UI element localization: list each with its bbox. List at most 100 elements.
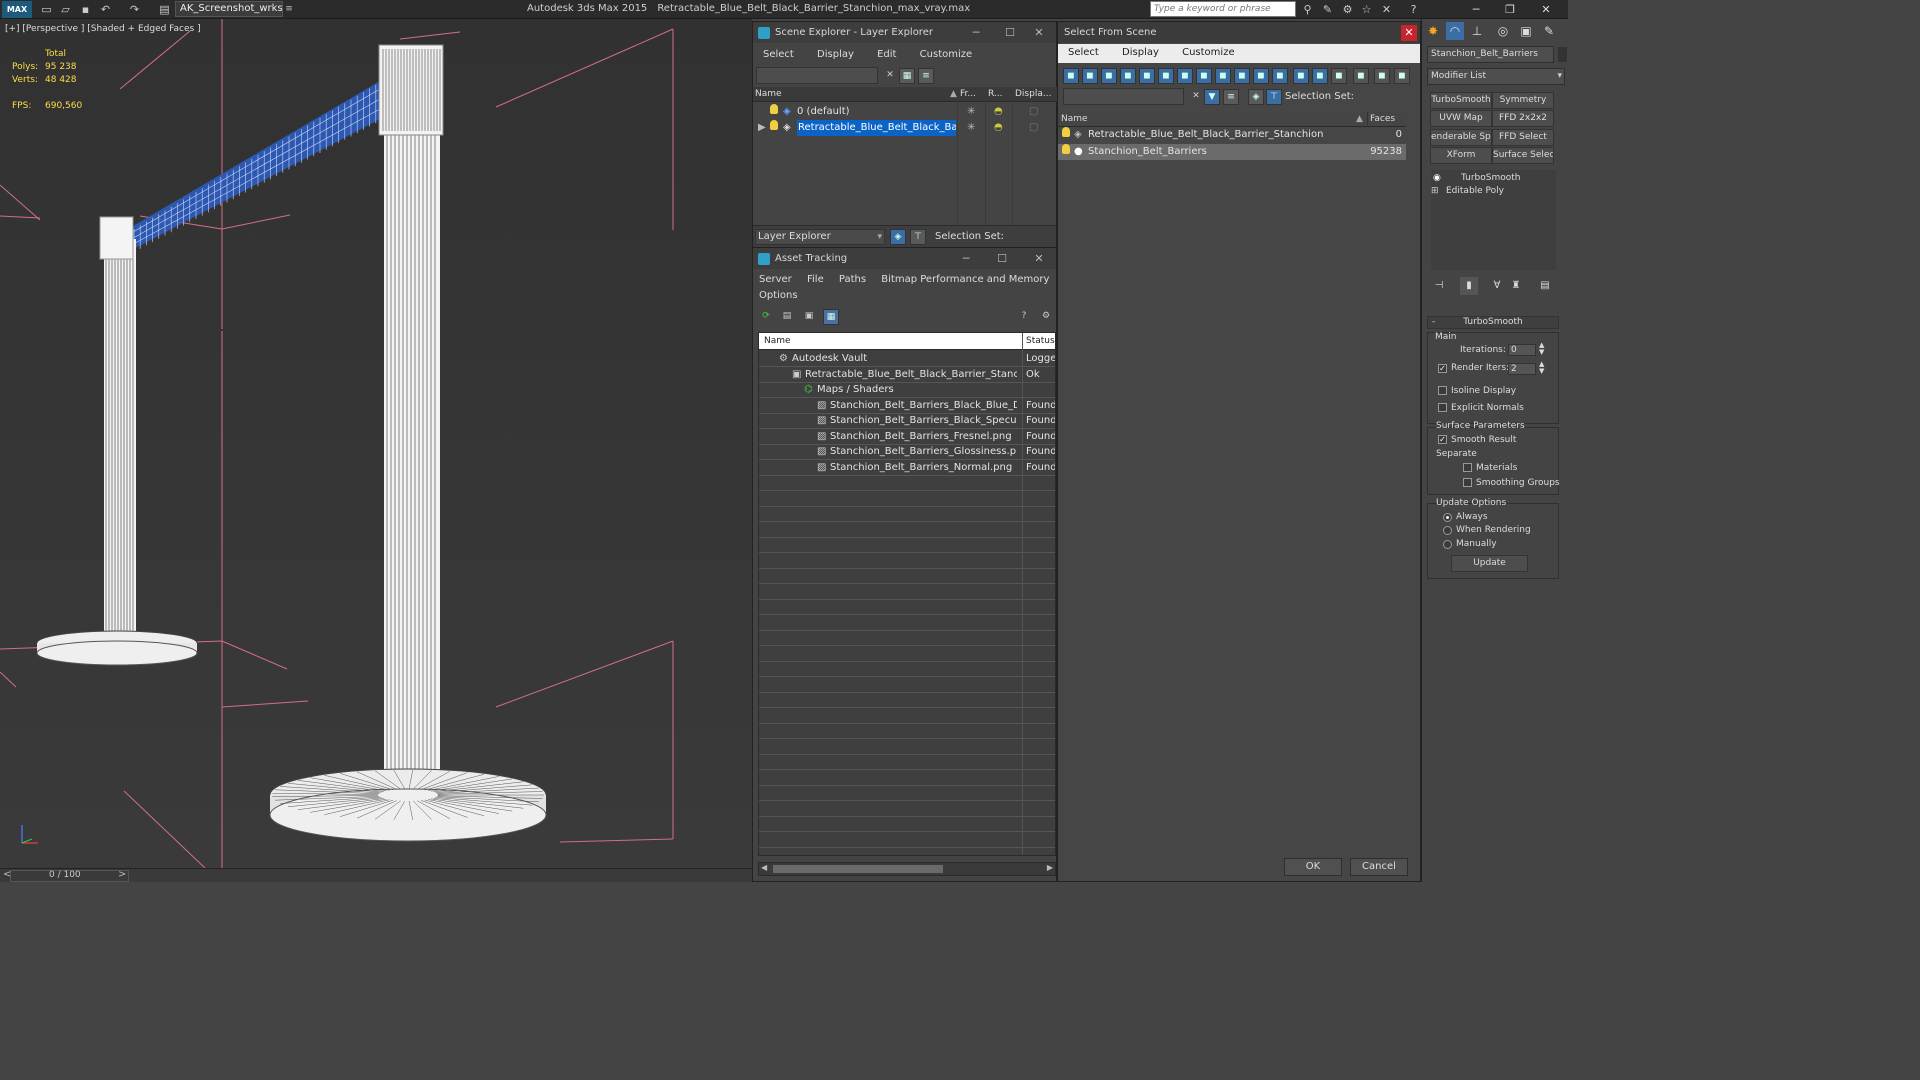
containers-filter-icon[interactable]: ◼ [1234, 68, 1250, 84]
invert-filter-icon[interactable]: ◼ [1331, 68, 1347, 84]
help-icon[interactable]: ? [1406, 2, 1421, 17]
xform-button[interactable]: XForm [1430, 147, 1492, 164]
smoothing-groups-checkbox[interactable] [1463, 478, 1472, 487]
asset-row[interactable]: ▨ Stanchion_Belt_Barriers_Glossiness.png F… [759, 444, 1055, 459]
col-name[interactable]: Name [755, 87, 782, 102]
object-row-selected[interactable]: ● Stanchion_Belt_Barriers 95238 [1058, 144, 1406, 160]
list-view-icon[interactable]: ▤ [779, 309, 795, 325]
turbosmooth-button[interactable]: TurboSmooth [1430, 92, 1492, 109]
minimize-button[interactable]: ─ [962, 22, 990, 43]
hierarchy-tab-icon[interactable]: ⊥ [1468, 22, 1486, 40]
asset-name[interactable]: Stanchion_Belt_Barriers_Normal.png [830, 460, 1017, 475]
hierarchy-mode-icon[interactable]: ⊤ [1266, 89, 1282, 105]
space-warps-filter-icon[interactable]: ◼ [1158, 68, 1174, 84]
motion-tab-icon[interactable]: ◎ [1494, 22, 1512, 40]
menu-display[interactable]: Display [807, 46, 864, 64]
render-iters-spinner[interactable]: 2 [1508, 363, 1536, 375]
scroll-right-icon[interactable]: ▶ [1047, 863, 1053, 872]
col-name[interactable]: Name [764, 333, 791, 350]
asset-row[interactable]: ▨Stanchion_Belt_Barriers_Black_Specular.… [759, 413, 1055, 428]
help-icon[interactable]: ? [1016, 309, 1032, 325]
expand-all-filter-icon[interactable]: ◼ [1374, 68, 1390, 84]
asset-name[interactable]: Stanchion_Belt_Barriers_Black_Specular.p… [830, 413, 1017, 428]
stack-item[interactable]: ⊞ Editable Poly [1431, 185, 1556, 198]
save-file-icon[interactable]: ▪ [79, 3, 92, 16]
menu-options[interactable]: Options [753, 287, 804, 305]
scrollbar-thumb[interactable] [773, 865, 943, 873]
xrefs-filter-icon[interactable]: ◼ [1196, 68, 1212, 84]
light-bulb-icon[interactable]: ◉ [1433, 172, 1441, 185]
workspace-menu-icon[interactable]: ≡ [284, 1, 294, 17]
make-unique-icon[interactable]: ∀ [1488, 277, 1506, 295]
render-icon[interactable]: ◓ [994, 104, 1003, 120]
hierarchy-mode-icon[interactable]: ⊤ [910, 229, 926, 245]
when-rendering-radio[interactable] [1443, 526, 1452, 535]
materials-checkbox[interactable] [1463, 463, 1472, 472]
object-name[interactable]: Retractable_Blue_Belt_Black_Barrier_Stan… [1088, 127, 1323, 143]
geometry-filter-icon[interactable]: ◼ [1063, 68, 1079, 84]
asset-row[interactable]: ▨Stanchion_Belt_Barriers_Black_Blue_Diff… [759, 398, 1055, 413]
lights-filter-icon[interactable]: ◼ [1101, 68, 1117, 84]
cameras-filter-icon[interactable]: ◼ [1120, 68, 1136, 84]
close-button[interactable]: ✕ [1530, 0, 1562, 19]
display-none-filter-icon[interactable]: ◼ [1312, 68, 1328, 84]
close-button[interactable]: ✕ [1401, 25, 1417, 41]
display-all-filter-icon[interactable]: ◼ [1293, 68, 1309, 84]
smooth-result-checkbox[interactable]: ✓ [1438, 435, 1447, 444]
asset-name[interactable]: Maps / Shaders [817, 382, 1017, 397]
binoculars-icon[interactable]: ⚲ [1300, 2, 1315, 17]
hidden-filter-icon[interactable]: ◼ [1272, 68, 1288, 84]
object-name-field[interactable]: Stanchion_Belt_Barriers [1427, 46, 1554, 63]
display-icon[interactable]: ▢ [1029, 120, 1038, 136]
display-tab-icon[interactable]: ▣ [1517, 22, 1535, 40]
object-row[interactable]: ◈ Retractable_Blue_Belt_Black_Barrier_St… [1058, 127, 1406, 143]
perspective-viewport[interactable]: [+] [Perspective ] [Shaded + Edged Faces… [0, 19, 752, 868]
render-icon[interactable]: ◓ [994, 120, 1003, 136]
asset-name[interactable]: Retractable_Blue_Belt_Black_Barrier_Stan… [805, 367, 1017, 382]
sort-filter-icon[interactable]: ◼ [1394, 68, 1410, 84]
freeze-icon[interactable]: ✳ [967, 104, 975, 120]
refresh-icon[interactable]: ⟳ [758, 309, 774, 325]
always-radio[interactable] [1443, 513, 1452, 522]
asset-tracking-titlebar[interactable]: Asset Tracking ─ ☐ ✕ [753, 248, 1056, 269]
time-slider[interactable]: < 0 / 100 > [0, 868, 752, 882]
col-name[interactable]: Name [1061, 112, 1088, 127]
isoline-display-checkbox[interactable] [1438, 386, 1447, 395]
thumbnail-view-icon[interactable]: ▣ [801, 309, 817, 325]
filter-icon[interactable]: ▼ [1204, 89, 1220, 105]
asset-name[interactable]: Autodesk Vault [792, 351, 1017, 366]
configure-sets-icon[interactable]: ▤ [1536, 277, 1554, 295]
bones-filter-icon[interactable]: ◼ [1215, 68, 1231, 84]
asset-row[interactable]: ▨ Stanchion_Belt_Barriers_Fresnel.png Foun… [759, 429, 1055, 444]
asset-row[interactable]: ⚙ Autodesk Vault Logged [759, 351, 1055, 366]
light-bulb-icon[interactable] [1062, 127, 1070, 137]
ffd-2x2x2-button[interactable]: FFD 2x2x2 [1492, 110, 1554, 127]
expand-icon[interactable]: ⊞ [1431, 185, 1439, 198]
remove-modifier-icon[interactable]: ♜ [1507, 277, 1525, 295]
layer-add-icon[interactable]: ≡ [918, 68, 934, 84]
layer-name[interactable]: 0 (default) [797, 104, 850, 120]
asset-name[interactable]: Stanchion_Belt_Barriers_Black_Blue_Diffu… [830, 398, 1017, 413]
light-bulb-icon[interactable] [770, 104, 778, 114]
freeze-icon[interactable]: ✳ [967, 120, 975, 136]
undo-icon[interactable]: ↶ [99, 3, 112, 16]
ok-button[interactable]: OK [1284, 858, 1342, 876]
minimize-button[interactable]: ─ [952, 248, 980, 269]
restore-button[interactable]: ❐ [1494, 0, 1526, 19]
communication-icon[interactable]: ✕ [1379, 2, 1394, 17]
menu-display[interactable]: Display [1112, 44, 1169, 62]
viewport-label[interactable]: [+] [Perspective ] [Shaded + Edged Faces… [5, 24, 201, 34]
frozen-filter-icon[interactable]: ◼ [1253, 68, 1269, 84]
collapse-all-filter-icon[interactable]: ◼ [1353, 68, 1369, 84]
explicit-normals-checkbox[interactable] [1438, 403, 1447, 412]
close-button[interactable]: ✕ [1025, 22, 1053, 43]
col-status[interactable]: Status [1026, 333, 1055, 350]
helpers-filter-icon[interactable]: ◼ [1139, 68, 1155, 84]
modifier-list-dropdown[interactable]: Modifier List ▾ [1427, 68, 1565, 85]
ffd-select-button[interactable]: FFD Select [1492, 129, 1554, 146]
clear-search-icon[interactable]: ✕ [1188, 89, 1204, 105]
render-iters-checkbox[interactable]: ✓ [1438, 364, 1447, 373]
layer-mode-icon[interactable]: ◈ [890, 229, 906, 245]
show-end-result-icon[interactable]: ▮ [1460, 277, 1478, 295]
project-folder-icon[interactable]: ▤ [158, 3, 171, 16]
